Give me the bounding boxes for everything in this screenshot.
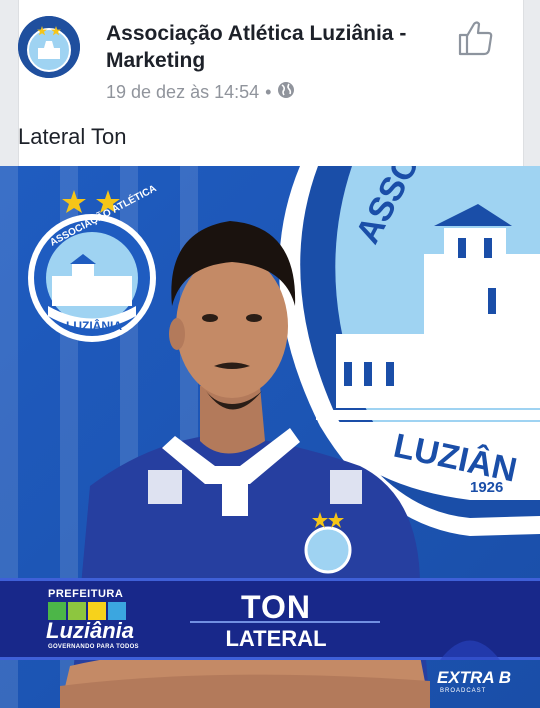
player-name: TON: [241, 589, 311, 625]
post-caption: Lateral Ton: [18, 124, 127, 149]
globe-icon[interactable]: [277, 81, 295, 104]
player-position: LATERAL: [225, 626, 327, 651]
crest-city-text: LUZIÂNIA: [66, 318, 122, 333]
broadcast-watermark: EXTRA B: [437, 668, 511, 687]
large-crest-year: 1926: [470, 479, 503, 496]
meta-separator: •: [265, 82, 272, 102]
page-avatar[interactable]: [18, 16, 80, 78]
thumbs-up-icon[interactable]: [456, 18, 496, 58]
broadcast-watermark-sub: BROADCAST: [440, 688, 487, 694]
page-name-link[interactable]: Associação Atlética Luziânia - Marketing: [106, 20, 446, 74]
post-meta: 19 de dez às 14:54 •: [106, 81, 295, 104]
post-timestamp[interactable]: 19 de dez às 14:54: [106, 82, 259, 103]
post-header: Associação Atlética Luziânia - Marketing…: [18, 16, 504, 108]
